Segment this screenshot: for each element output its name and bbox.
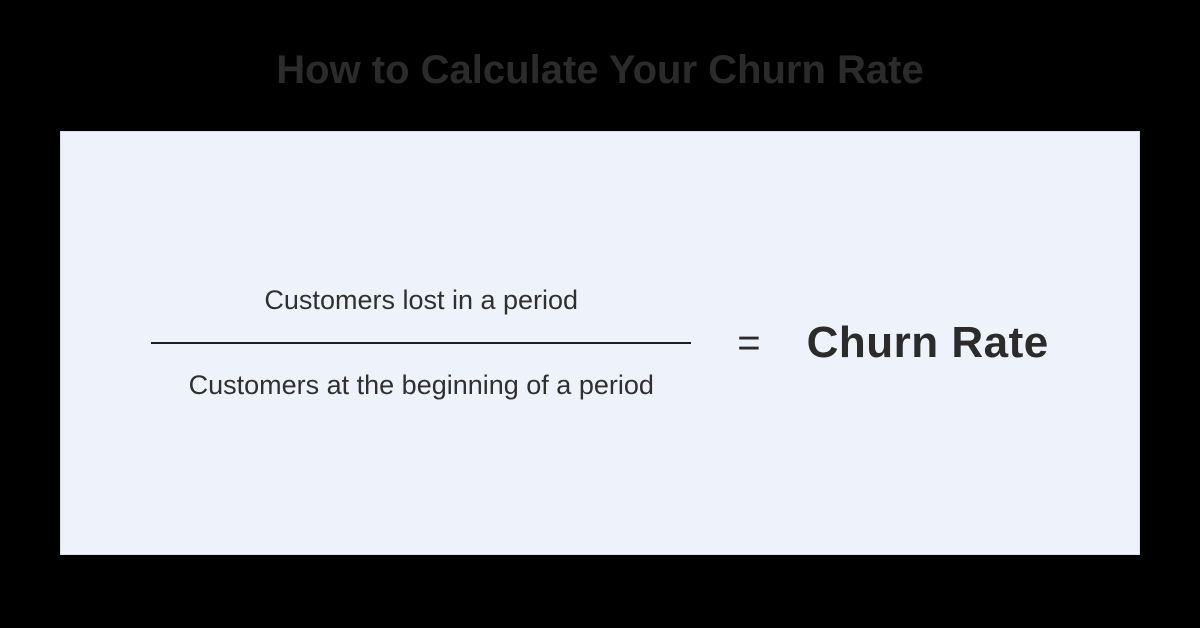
formula-denominator: Customers at the beginning of a period: [189, 344, 654, 427]
formula-result: Churn Rate: [807, 318, 1049, 368]
formula-card: Customers lost in a period Customers at …: [60, 131, 1140, 555]
page-title: How to Calculate Your Churn Rate: [276, 48, 923, 93]
equals-sign: =: [737, 323, 760, 363]
formula-numerator: Customers lost in a period: [264, 259, 578, 342]
formula-fraction: Customers lost in a period Customers at …: [151, 259, 691, 427]
